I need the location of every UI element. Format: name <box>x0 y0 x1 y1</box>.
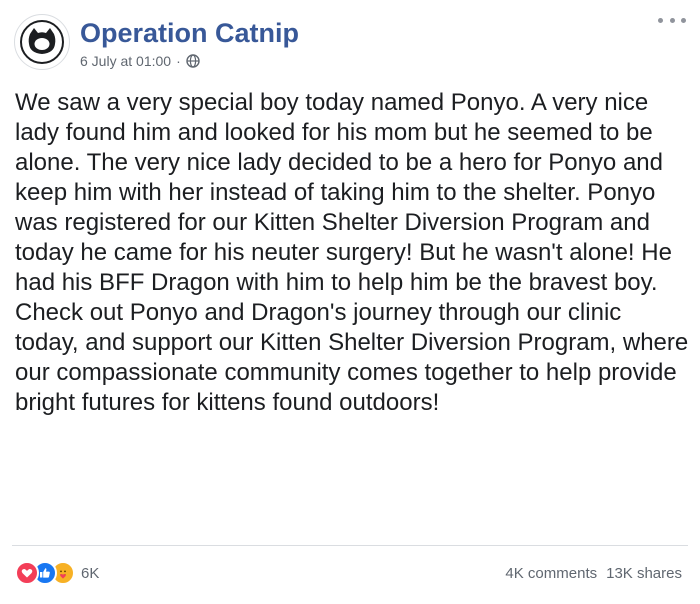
post-stats: 4K comments 13K shares <box>505 565 682 582</box>
post-subline: 6 July at 01:00 · <box>80 52 299 70</box>
post-header: Operation Catnip 6 July at 01:00 · <box>14 14 299 74</box>
reactions-summary[interactable]: 6K <box>15 561 99 585</box>
reaction-count: 6K <box>81 564 100 582</box>
page-name-link[interactable]: Operation Catnip <box>80 17 299 49</box>
separator-dot: · <box>176 53 181 69</box>
comments-count-link[interactable]: 4K comments <box>505 565 597 582</box>
post-meta: Operation Catnip 6 July at 01:00 · <box>80 14 299 70</box>
page-avatar[interactable] <box>14 14 70 70</box>
shares-count-link[interactable]: 13K shares <box>606 565 682 582</box>
facebook-post: Operation Catnip 6 July at 01:00 · We sa… <box>0 0 700 604</box>
footer-divider <box>12 545 688 546</box>
love-reaction-icon <box>15 561 39 585</box>
post-timestamp[interactable]: 6 July at 01:00 <box>80 52 171 70</box>
cat-head-logo-icon <box>20 20 64 64</box>
post-footer: 6K 4K comments 13K shares <box>15 560 682 586</box>
globe-icon[interactable] <box>186 54 200 68</box>
post-body-text: We saw a very special boy today named Po… <box>15 89 689 416</box>
more-options-icon[interactable] <box>658 10 686 30</box>
